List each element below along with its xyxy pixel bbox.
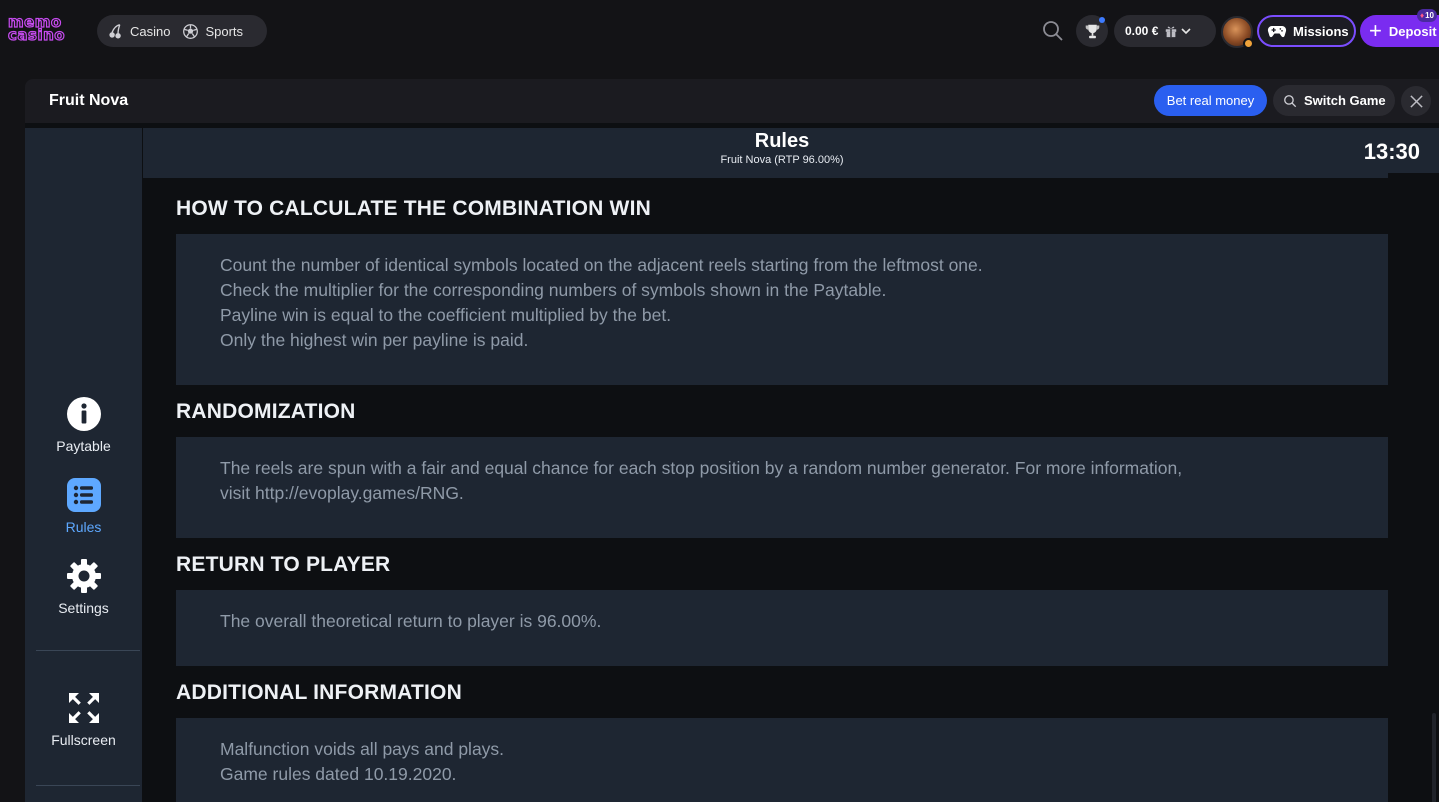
section-line: Payline win is equal to the coefficient … [220, 305, 672, 325]
section-title: RANDOMIZATION [176, 400, 356, 423]
section-box: Count the number of identical symbols lo… [176, 234, 1388, 385]
section-text: The reels are spun with a fair and equal… [220, 456, 1182, 506]
level-badge [1243, 38, 1254, 49]
top-navigation-bar: memo casino Casino Sports 0.00 € Mission… [0, 0, 1439, 62]
bet-real-money-button[interactable]: Bet real money [1154, 85, 1267, 116]
deposit-badge-value: 10 [1425, 11, 1434, 20]
tournaments-button[interactable] [1076, 15, 1108, 47]
balance-amount: 0.00 € [1125, 24, 1159, 38]
side-item-label: Settings [58, 600, 109, 616]
search-icon [1284, 94, 1297, 107]
cherries-icon [109, 23, 121, 38]
missions-label: Missions [1293, 23, 1349, 39]
section-line: Game rules dated 10.19.2020. [220, 764, 457, 784]
side-item-paytable[interactable]: Paytable [25, 396, 142, 454]
section-line: Only the highest win per payline is paid… [220, 330, 529, 350]
section-box-edge [143, 173, 1388, 178]
nav-casino[interactable]: Casino [107, 23, 170, 40]
section-line: The reels are spun with a fair and equal… [220, 458, 1183, 478]
section-line: Malfunction voids all pays and plays. [220, 739, 505, 759]
side-item-settings[interactable]: Settings [25, 558, 142, 616]
section-line: visit http://evoplay.games/RNG. [220, 483, 464, 503]
switch-game-button[interactable]: Switch Game [1273, 85, 1395, 116]
game-side-menu: Paytable Rules Settings Fullscreen [25, 128, 142, 802]
trophy-icon [1085, 24, 1099, 38]
balance-dropdown[interactable]: 0.00 € [1114, 15, 1216, 47]
rules-content[interactable]: HOW TO CALCULATE THE COMBINATION WIN Cou… [143, 173, 1439, 802]
chevron-down-icon [1181, 28, 1191, 35]
search-button[interactable] [1041, 19, 1065, 43]
section-title: RETURN TO PLAYER [176, 553, 391, 576]
side-item-rules[interactable]: Rules [25, 477, 142, 535]
search-icon [1043, 21, 1063, 41]
game-title: Fruit Nova [49, 92, 129, 109]
rules-scrollbar[interactable] [1432, 713, 1436, 802]
section-title: ADDITIONAL INFORMATION [176, 681, 462, 704]
section-text: Count the number of identical symbols lo… [220, 253, 983, 353]
rules-subtitle: Fruit Nova (RTP 96.00%) [720, 154, 844, 166]
side-item-label: Fullscreen [51, 732, 116, 748]
section-box: The reels are spun with a fair and equal… [176, 437, 1388, 538]
game-window: Fruit Nova Bet real money Switch Game Pa… [25, 79, 1439, 802]
section-box: Malfunction voids all pays and plays. Ga… [176, 718, 1388, 802]
fullscreen-icon [68, 693, 99, 723]
deposit-bonus-badge: ♦ 10 [1417, 9, 1437, 22]
side-item-label: Rules [65, 519, 102, 535]
notification-dot [1099, 17, 1105, 23]
gamepad-icon [1267, 26, 1287, 38]
section-line: Check the multiplier for the correspondi… [220, 280, 887, 300]
close-game-button[interactable] [1401, 86, 1431, 116]
game-header: Fruit Nova Bet real money Switch Game [25, 79, 1439, 123]
list-icon [66, 478, 101, 512]
missions-button[interactable]: Missions [1257, 15, 1356, 47]
switch-game-label: Switch Game [1304, 93, 1386, 108]
section-title: HOW TO CALCULATE THE COMBINATION WIN [176, 197, 651, 220]
side-item-label: Paytable [56, 438, 111, 454]
section-text: Malfunction voids all pays and plays. Ga… [220, 737, 504, 787]
info-icon [66, 397, 101, 431]
side-item-fullscreen[interactable]: Fullscreen [25, 690, 142, 748]
gem-icon: ♦ [1420, 11, 1425, 20]
plus-icon: + [1369, 18, 1382, 43]
section-text: The overall theoretical return to player… [220, 609, 601, 634]
section-box: The overall theoretical return to player… [176, 590, 1388, 666]
close-icon [1409, 94, 1423, 108]
rules-title: Rules [754, 130, 810, 152]
nav-sports[interactable]: Sports [182, 23, 243, 40]
main-nav: Casino Sports [97, 15, 267, 47]
logo-line-2: casino [7, 26, 66, 44]
rules-header: Rules Fruit Nova (RTP 96.00%) 13:30 [143, 128, 1439, 173]
memocasino-logo[interactable]: memo casino [7, 14, 78, 44]
user-avatar[interactable] [1221, 16, 1254, 49]
soccer-ball-icon [183, 23, 199, 39]
side-divider [36, 650, 140, 651]
gift-icon [1166, 26, 1177, 38]
deposit-label: Deposit [1388, 23, 1437, 39]
bonus-gift [1164, 24, 1192, 38]
nav-casino-label: Casino [130, 23, 171, 39]
section-line: The overall theoretical return to player… [220, 611, 602, 631]
clock: 13:30 [1363, 139, 1420, 164]
nav-sports-label: Sports [205, 23, 244, 39]
side-divider [36, 785, 140, 786]
section-line: Count the number of identical symbols lo… [220, 255, 983, 275]
gear-icon [66, 559, 101, 593]
game-area: Paytable Rules Settings Fullscreen Rules… [25, 123, 1439, 802]
